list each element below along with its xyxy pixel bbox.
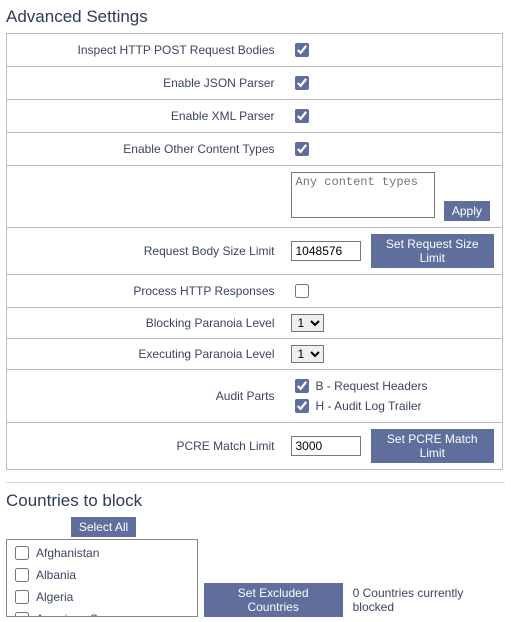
executing-paranoia-select[interactable]: 1 [291,345,324,363]
section-divider [6,482,505,483]
set-excluded-button[interactable]: Set Excluded Countries [204,583,343,617]
country-checkbox[interactable] [15,568,29,582]
select-all-button[interactable]: Select All [71,517,136,537]
country-checkbox[interactable] [15,612,29,617]
process-responses-label: Process HTTP Responses [7,275,283,308]
req-body-limit-label: Request Body Size Limit [7,228,283,275]
audit-h-label: H - Audit Log Trailer [316,399,422,413]
country-row: American Samoa [11,608,193,617]
country-row: Afghanistan [11,542,193,564]
advanced-settings-title: Advanced Settings [6,7,505,27]
set-req-limit-button[interactable]: Set Request Size Limit [371,234,495,268]
country-checkbox[interactable] [15,590,29,604]
audit-b-label: B - Request Headers [316,379,428,393]
audit-parts-label: Audit Parts [7,370,283,423]
countries-title: Countries to block [6,491,505,511]
json-parser-label: Enable JSON Parser [7,67,283,100]
country-name: Algeria [36,590,73,604]
country-row: Algeria [11,586,193,608]
apply-button[interactable]: Apply [444,201,490,221]
audit-h-checkbox[interactable] [295,399,309,413]
blocking-paranoia-label: Blocking Paranoia Level [7,308,283,339]
other-types-label: Enable Other Content Types [7,133,283,166]
audit-b-checkbox[interactable] [295,379,309,393]
process-responses-checkbox[interactable] [295,284,309,298]
country-list[interactable]: Afghanistan Albania Algeria American Samoa [6,539,198,617]
other-types-checkbox[interactable] [295,142,309,156]
advanced-settings-table: Inspect HTTP POST Request Bodies Enable … [6,33,503,470]
country-checkbox[interactable] [15,546,29,560]
executing-paranoia-label: Executing Paranoia Level [7,339,283,370]
country-name: Afghanistan [36,546,99,560]
country-name: Albania [36,568,76,582]
blocking-paranoia-select[interactable]: 1 [291,314,324,332]
pcre-limit-label: PCRE Match Limit [7,423,283,470]
inspect-post-checkbox[interactable] [295,43,309,57]
country-name: American Samoa [36,612,128,617]
xml-parser-label: Enable XML Parser [7,100,283,133]
set-pcre-limit-button[interactable]: Set PCRE Match Limit [371,429,495,463]
countries-status-text: 0 Countries currently blocked [353,586,505,614]
country-row: Albania [11,564,193,586]
xml-parser-checkbox[interactable] [295,109,309,123]
content-types-textarea[interactable] [291,172,435,218]
inspect-post-label: Inspect HTTP POST Request Bodies [7,34,283,67]
json-parser-checkbox[interactable] [295,76,309,90]
pcre-limit-input[interactable] [291,436,361,456]
req-body-limit-input[interactable] [291,241,361,261]
